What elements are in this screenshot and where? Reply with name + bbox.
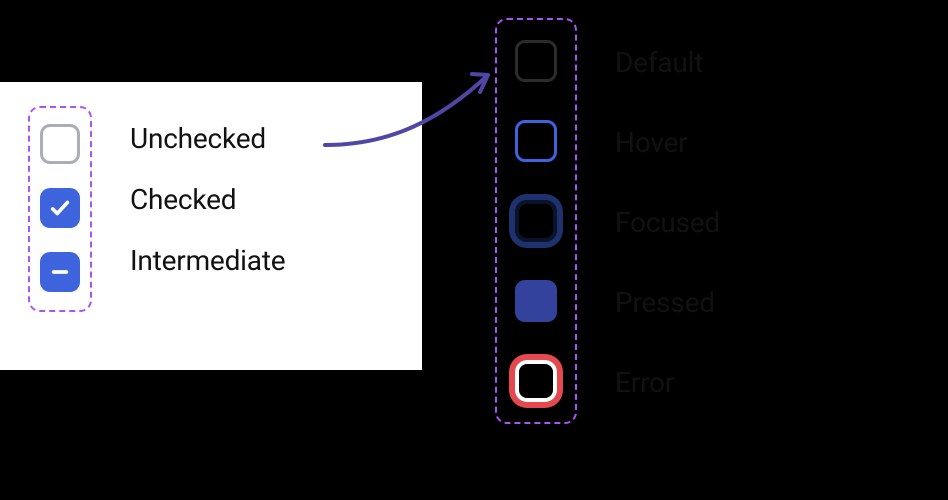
checkbox-state-pressed-icon[interactable] — [515, 280, 557, 322]
checkbox-unchecked-icon[interactable] — [40, 124, 80, 164]
states-frame — [495, 18, 577, 424]
checkbox-state-error-icon[interactable] — [515, 360, 557, 402]
checkbox-state-default-icon[interactable] — [515, 40, 557, 82]
state-label-pressed: Pressed — [615, 282, 720, 324]
variant-row-intermediate: Intermediate — [130, 244, 285, 277]
variant-frame — [28, 106, 92, 312]
states-block: Default Hover Focused Pressed Error — [495, 18, 720, 424]
checkbox-state-focused-icon[interactable] — [515, 200, 557, 242]
variant-label: Checked — [130, 183, 236, 216]
variant-label: Unchecked — [130, 122, 266, 155]
state-labels: Default Hover Focused Pressed Error — [615, 18, 720, 404]
checkbox-intermediate-icon[interactable] — [40, 252, 80, 292]
variant-row-unchecked: Unchecked — [130, 122, 285, 155]
variant-row-checked: Checked — [130, 183, 285, 216]
state-label-hover: Hover — [615, 122, 720, 164]
variant-label: Intermediate — [130, 244, 285, 277]
state-label-error: Error — [615, 362, 720, 404]
checkbox-checked-icon[interactable] — [40, 188, 80, 228]
checkbox-state-hover-icon[interactable] — [515, 120, 557, 162]
state-label-focused: Focused — [615, 202, 720, 244]
variant-card: Unchecked Checked Intermediate — [0, 82, 422, 370]
state-label-default: Default — [615, 42, 720, 84]
